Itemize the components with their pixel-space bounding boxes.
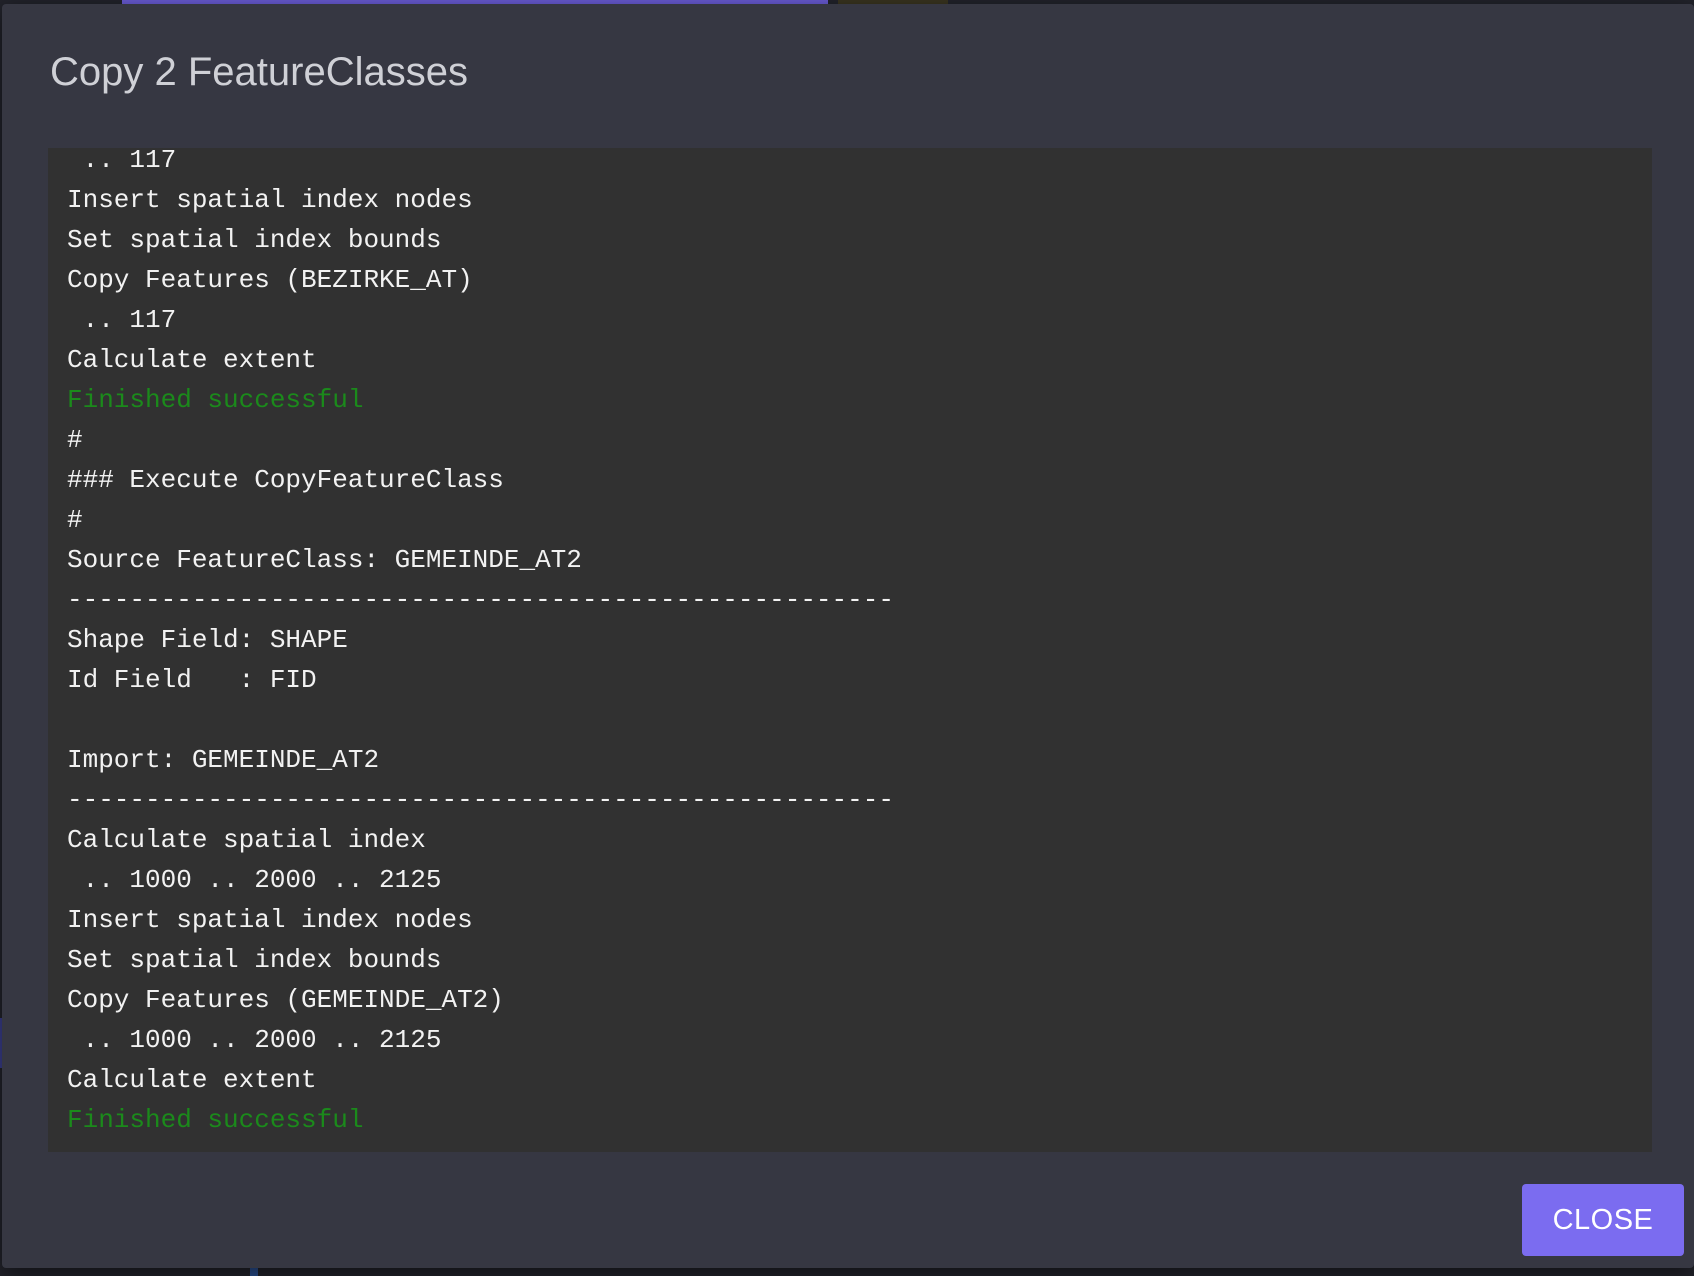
log-line: #: [67, 425, 83, 455]
log-line: Insert spatial index nodes: [67, 905, 473, 935]
log-line: .. 1000 .. 2000 .. 2125: [67, 1025, 442, 1055]
background-edge-mark: [250, 1268, 258, 1276]
log-line: #: [67, 505, 83, 535]
log-line: Calculate spatial index: [67, 825, 426, 855]
log-line: .. 117: [67, 148, 177, 175]
log-line: Import: GEMEINDE_AT2: [67, 745, 380, 775]
log-line: .. 117: [67, 305, 177, 335]
dialog-title: Copy 2 FeatureClasses: [50, 50, 468, 94]
log-line: Copy Features (BEZIRKE_AT): [67, 265, 473, 295]
close-button[interactable]: CLOSE: [1522, 1184, 1684, 1256]
log-line: Set spatial index bounds: [67, 225, 442, 255]
log-line: ### Execute CopyFeatureClass: [67, 465, 504, 495]
log-line: ----------------------------------------…: [67, 585, 894, 615]
log-line: Source FeatureClass: GEMEINDE_AT2: [67, 545, 582, 575]
log-line-success: Finished successful: [67, 1105, 364, 1135]
log-line: .. 1000 .. 2000 .. 2125: [67, 865, 442, 895]
log-output-panel[interactable]: .. 117 Insert spatial index nodes Set spat…: [48, 148, 1652, 1152]
copy-featureclasses-dialog: Copy 2 FeatureClasses .. 117 Insert spati…: [2, 4, 1694, 1268]
log-line: Insert spatial index nodes: [67, 185, 473, 215]
log-line: Copy Features (GEMEINDE_AT2): [67, 985, 504, 1015]
log-line: Shape Field: SHAPE: [67, 625, 348, 655]
log-line: Calculate extent: [67, 1065, 317, 1095]
log-line: Id Field : FID: [67, 665, 317, 695]
log-line: Calculate extent: [67, 345, 317, 375]
log-output-text: .. 117 Insert spatial index nodes Set spat…: [67, 148, 894, 1140]
log-line-success: Finished successful: [67, 385, 364, 415]
log-line: Set spatial index bounds: [67, 945, 442, 975]
log-line: ----------------------------------------…: [67, 785, 894, 815]
